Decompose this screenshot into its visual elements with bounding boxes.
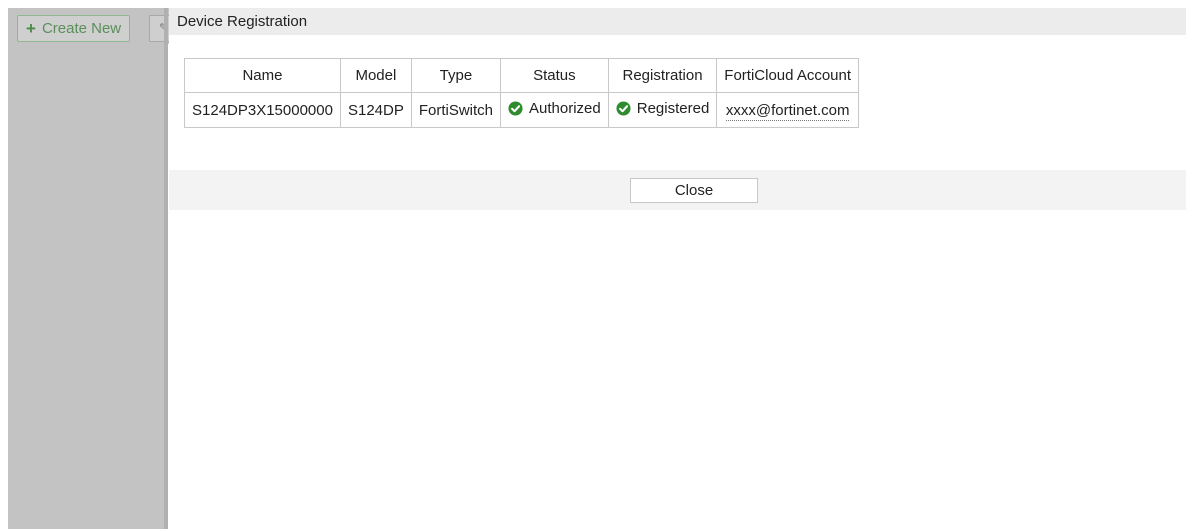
table-header-row: Name Model Type Status Registration Fort… — [184, 58, 860, 93]
registration-value: Registered — [616, 100, 710, 117]
cell-type: FortiSwitch — [410, 92, 502, 128]
status-text: Authorized — [529, 100, 601, 117]
check-circle-icon — [616, 101, 631, 116]
background-sidebar — [8, 44, 167, 529]
dialog-footer: Close — [169, 170, 1186, 210]
column-header-status: Status — [500, 58, 609, 93]
close-button[interactable]: Close — [630, 178, 758, 203]
plus-icon: + — [26, 19, 36, 38]
column-header-registration: Registration — [607, 58, 718, 93]
cell-account: xxxx@fortinet.com — [716, 92, 860, 128]
check-circle-icon — [508, 101, 523, 116]
create-new-label: Create New — [41, 20, 122, 37]
background-divider — [164, 8, 168, 529]
dialog-title: Device Registration — [169, 8, 1186, 35]
forticloud-account-link[interactable]: xxxx@fortinet.com — [725, 101, 850, 121]
registration-text: Registered — [636, 100, 710, 117]
cell-name: S124DP3X15000000 — [184, 92, 341, 128]
create-new-button: + Create New — [17, 15, 131, 42]
column-header-model: Model — [339, 58, 412, 93]
cell-model: S124DP — [339, 92, 412, 128]
column-header-name: Name — [184, 58, 341, 93]
device-registration-dialog: Device Registration Name Model Type Stat… — [169, 8, 1186, 529]
column-header-account: FortiCloud Account — [716, 58, 860, 93]
table-row: S124DP3X15000000 S124DP FortiSwitch Auth… — [184, 92, 860, 128]
cell-registration: Registered — [607, 92, 718, 128]
status-value: Authorized — [508, 100, 601, 117]
column-header-type: Type — [410, 58, 502, 93]
cell-status: Authorized — [500, 92, 609, 128]
registration-table: Name Model Type Status Registration Fort… — [184, 58, 860, 128]
